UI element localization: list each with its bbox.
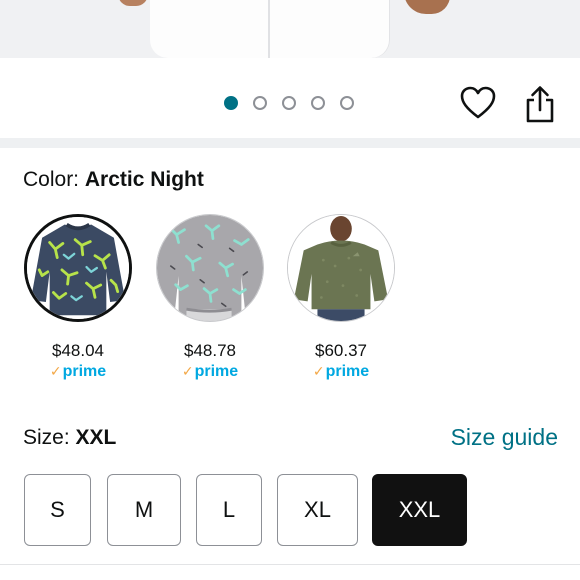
share-icon[interactable] (524, 84, 556, 124)
model-hand-right (404, 0, 450, 14)
size-option-m[interactable]: M (107, 474, 181, 546)
model-hand-left (118, 0, 148, 6)
size-option-xxl[interactable]: XXL (372, 474, 467, 546)
color-swatch-1[interactable] (24, 214, 132, 322)
pants-leg-split (268, 0, 270, 58)
prime-check-icon: ✓ (49, 363, 62, 379)
carousel-dots (224, 96, 354, 110)
sweater-thumbnail (27, 217, 129, 319)
carousel-dot-2[interactable] (253, 96, 267, 110)
prime-label: prime (325, 363, 370, 380)
sweater-thumbnail (157, 215, 263, 321)
size-guide-link[interactable]: Size guide (451, 424, 558, 451)
selected-color-name: Arctic Night (84, 168, 204, 191)
size-options: S M L XL XXL (24, 474, 467, 546)
prime-badge: ✓prime (156, 363, 264, 381)
model-pants (150, 0, 390, 58)
section-divider (0, 138, 580, 148)
color-swatch-3[interactable] (287, 214, 395, 322)
selected-size: XXL (75, 426, 117, 449)
prime-check-icon: ✓ (312, 363, 325, 379)
prime-label: prime (62, 363, 107, 380)
product-image[interactable] (0, 0, 580, 58)
color-heading: Color: Arctic Night (23, 168, 204, 192)
size-option-s[interactable]: S (24, 474, 91, 546)
swatch-3-price: $60.37 (315, 341, 367, 360)
size-heading: Size: XXL (23, 426, 116, 450)
color-swatch-2[interactable] (156, 214, 264, 322)
heart-icon[interactable] (460, 86, 496, 120)
carousel-dot-4[interactable] (311, 96, 325, 110)
carousel-dot-1[interactable] (224, 96, 238, 110)
size-label: Size: (23, 426, 76, 449)
carousel-dot-3[interactable] (282, 96, 296, 110)
swatch-1-price: $48.04 (52, 341, 104, 360)
prime-label: prime (194, 363, 239, 380)
size-option-l[interactable]: L (196, 474, 262, 546)
prime-check-icon: ✓ (181, 363, 194, 379)
prime-badge: ✓prime (287, 363, 395, 381)
carousel-dot-5[interactable] (340, 96, 354, 110)
size-option-xl[interactable]: XL (277, 474, 358, 546)
prime-badge: ✓prime (24, 363, 132, 381)
sweater-thumbnail (288, 215, 394, 321)
color-label: Color: (23, 168, 85, 191)
bottom-divider (0, 564, 580, 565)
swatch-2-price: $48.78 (184, 341, 236, 360)
